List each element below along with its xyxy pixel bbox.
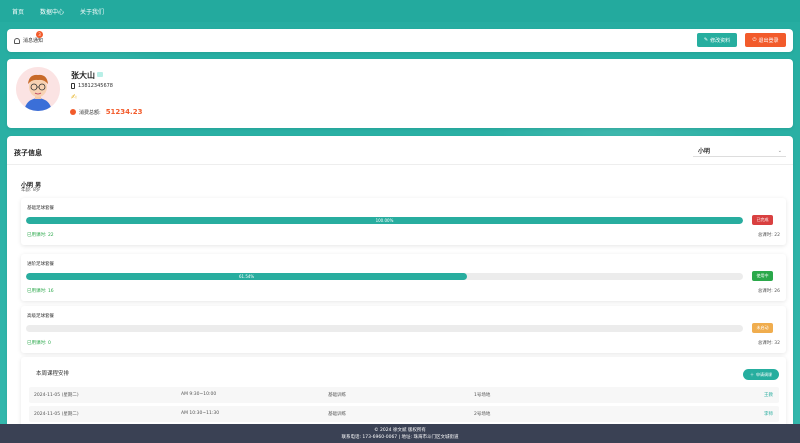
- edit-profile-label: 修改资料: [710, 37, 731, 44]
- row-date: 2024-11-05 (星期二): [34, 412, 79, 417]
- logout-button[interactable]: ⏻ 退出登录: [745, 33, 786, 47]
- row-type: 基础训练: [328, 393, 346, 398]
- kids-card: 孩子信息 小明 ⌄ 小明 男 年龄: 8岁 基础足球套餐 100.00% 已完成…: [7, 136, 793, 436]
- footer-copyright: © 2024 徐文斌 版权所有: [374, 428, 426, 433]
- nav-data-center[interactable]: 数据中心: [40, 7, 64, 16]
- consume-label: 消费总额:: [79, 109, 101, 116]
- power-icon: ⏻: [752, 37, 757, 43]
- edit-icon[interactable]: ✍: [71, 93, 77, 101]
- row-place: 2号场地: [474, 412, 491, 417]
- progress-fill: 61.54%: [26, 273, 468, 280]
- avatar-illustration: [16, 67, 60, 111]
- progress-track: 100.00%: [26, 217, 743, 224]
- divider: [7, 164, 793, 165]
- progress-label: 100.00%: [375, 218, 394, 223]
- schedule-card: 本周课程安排 ＋ 申请调课 2024-11-05 (星期二) AM 9:30~1…: [21, 357, 786, 433]
- apply-reschedule-button[interactable]: ＋ 申请调课: [743, 369, 779, 380]
- notice-button[interactable]: 消息通知 3: [14, 31, 44, 44]
- apply-reschedule-label: 申请调课: [756, 371, 772, 377]
- toolbar-card: 消息通知 3: [7, 29, 793, 52]
- row-type: 基础训练: [328, 412, 346, 417]
- footer-contact: 联系电话: 173-6960-0067 | 地址: 珠海市斗门区文城街道: [341, 435, 459, 441]
- top-nav: 首页 数据中心 关于我们: [0, 0, 800, 22]
- logout-label: 退出登录: [758, 37, 779, 44]
- consume-total: 消费总额: 51234.23: [70, 108, 142, 116]
- row-place: 1号场地: [474, 393, 491, 398]
- package-card: 基础足球套餐 100.00% 已完成 已用课时: 22 总课时: 22: [21, 198, 786, 245]
- gender-tag: [97, 72, 103, 77]
- row-coach[interactable]: 李师: [764, 411, 773, 417]
- package-card: 进阶足球套餐 61.54% 使用中 已用课时: 16 总课时: 26: [21, 254, 786, 301]
- row-date: 2024-11-05 (星期二): [34, 393, 79, 398]
- schedule-title: 本周课程安排: [36, 371, 70, 377]
- package-name: 基础足球套餐: [27, 206, 54, 211]
- plus-icon: ＋: [750, 371, 754, 377]
- total-hours: 总课时: 32: [757, 341, 780, 346]
- progress-fill: 100.00%: [26, 217, 743, 224]
- notice-label: 消息通知: [23, 38, 44, 44]
- nav-home[interactable]: 首页: [12, 7, 24, 16]
- package-card: 高级足球套餐 未启动 已用课时: 0 总课时: 32: [21, 306, 786, 353]
- phone-icon: [71, 83, 75, 89]
- consume-value: 51234.23: [105, 108, 143, 116]
- schedule-row[interactable]: 2024-11-05 (星期二) AM 9:30~10:00 基础训练 1号场地…: [29, 387, 779, 403]
- status-badge: 已完成: [752, 215, 773, 225]
- row-time: AM 10:30~11:30: [181, 411, 220, 416]
- status-badge: 未启动: [752, 323, 773, 333]
- total-hours: 总课时: 26: [757, 289, 780, 294]
- schedule-row[interactable]: 2024-11-05 (星期二) AM 10:30~11:30 基础训练 2号场…: [29, 406, 779, 422]
- profile-card: 张大山 13812345678 ✍ 消费总额: 51234.23: [7, 59, 793, 128]
- chevron-down-icon: ⌄: [777, 147, 782, 154]
- kids-title: 孩子信息: [14, 149, 42, 157]
- progress-label: 61.54%: [238, 274, 255, 279]
- pencil-icon: ✎: [703, 37, 709, 43]
- package-name: 进阶足球套餐: [27, 262, 54, 267]
- avatar: [16, 67, 60, 111]
- child-age: 年龄: 8岁: [21, 188, 41, 193]
- total-hours: 总课时: 22: [757, 233, 780, 238]
- child-select[interactable]: 小明 ⌄: [693, 145, 786, 157]
- status-badge: 使用中: [752, 271, 773, 281]
- progress-track: [26, 325, 743, 332]
- user-phone: 13812345678: [71, 83, 113, 89]
- notice-badge: 3: [36, 31, 43, 38]
- package-name: 高级足球套餐: [27, 314, 54, 319]
- used-hours: 已用课时: 16: [27, 289, 54, 294]
- edit-profile-button[interactable]: ✎ 修改资料: [697, 33, 737, 47]
- money-icon: [70, 109, 76, 115]
- footer: © 2024 徐文斌 版权所有 联系电话: 173-6960-0067 | 地址…: [0, 424, 800, 443]
- phone-number: 13812345678: [78, 83, 113, 89]
- row-time: AM 9:30~10:00: [181, 392, 217, 397]
- nav-about[interactable]: 关于我们: [80, 7, 104, 16]
- child-select-value: 小明: [698, 148, 711, 155]
- progress-track: 61.54%: [26, 273, 743, 280]
- bell-icon: [14, 37, 20, 44]
- user-name: 张大山: [71, 71, 95, 80]
- used-hours: 已用课时: 0: [27, 341, 51, 346]
- row-coach[interactable]: 王教: [764, 392, 773, 398]
- used-hours: 已用课时: 22: [27, 233, 54, 238]
